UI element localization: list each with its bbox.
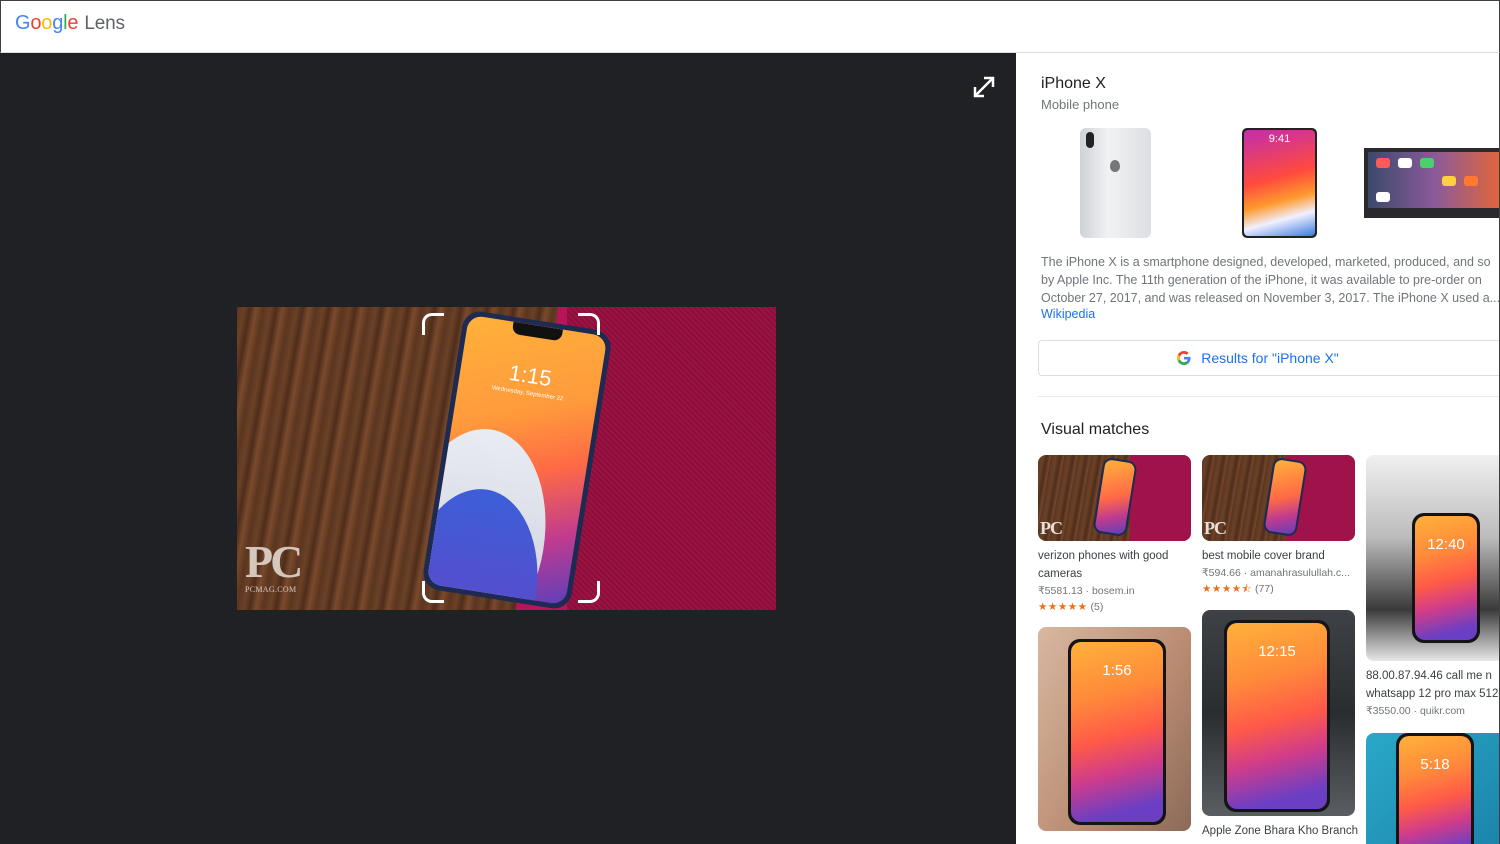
phone-notch [511, 321, 563, 342]
review-count: (5) [1090, 601, 1104, 613]
phone-image: 12:40 [1412, 513, 1480, 643]
visual-match-card[interactable]: 12:40 88.00.87.94.46 call me n whatsapp … [1366, 455, 1500, 720]
app-icon [1464, 176, 1478, 186]
visual-match-thumbnail: 12:40 [1366, 455, 1499, 661]
title-line: Apple Zone Bhara Kho Branch [1202, 825, 1358, 837]
description-line: October 27, 2017, and was released on No… [1041, 291, 1500, 305]
entity-image-side[interactable] [1364, 148, 1499, 218]
logo-letter: g [52, 12, 64, 34]
description-line: by Apple Inc. The 11th generation of the… [1041, 273, 1482, 287]
image-viewer: PC PCMAG.COM 1:15 Wednesday, September 2… [0, 53, 1016, 844]
phone-clock: 12:40 [1427, 536, 1465, 553]
phone-screen: 9:41 [1244, 130, 1315, 236]
camera-module [1086, 132, 1094, 148]
title-line: cameras [1038, 568, 1083, 580]
visual-match-title: verizon phones with good cameras [1038, 547, 1191, 583]
app-icon [1420, 158, 1434, 168]
visual-match-price-source: ₹5581.13 · bosem.in [1038, 585, 1135, 597]
visual-match-thumbnail: PC [1202, 455, 1355, 541]
title-line: verizon phones with good [1038, 550, 1169, 562]
visual-match-price-source: ₹3550.00 · quikr.com [1366, 705, 1465, 717]
phone-clock: 12:15 [1258, 643, 1296, 660]
pcmag-watermark: PC PCMAG.COM [245, 536, 303, 603]
apple-logo-icon [1110, 160, 1120, 172]
phone-clock: 5:18 [1420, 756, 1450, 773]
google-g-icon [1177, 351, 1191, 365]
entity-description: The iPhone X is a smartphone designed, d… [1041, 253, 1500, 307]
visual-match-thumbnail: 5:18 [1366, 733, 1499, 844]
visual-match-title: best mobile cover brand [1202, 547, 1355, 565]
app-icon [1376, 158, 1390, 168]
header: Google Lens [0, 0, 1500, 53]
watermark-logo: PC [245, 536, 303, 587]
title-line: best mobile cover brand [1202, 550, 1325, 562]
search-results-button[interactable]: Results for "iPhone X" [1038, 340, 1499, 376]
expand-icon[interactable] [971, 74, 997, 100]
phone-image: 1:56 [1068, 639, 1166, 825]
results-button-label: Results for "iPhone X" [1201, 350, 1339, 366]
app-icon [1398, 158, 1412, 168]
crop-handle-top-left[interactable] [422, 313, 444, 335]
visual-match-thumbnail: 1:56 [1038, 627, 1191, 831]
visual-matches-heading: Visual matches [1041, 421, 1150, 438]
entity-subtitle: Mobile phone [1041, 97, 1120, 112]
review-count: (77) [1255, 583, 1274, 595]
app-icon [1442, 176, 1456, 186]
lens-wordmark: Lens [84, 13, 125, 34]
pcmag-watermark: PC [1204, 518, 1227, 538]
google-lens-app: Google Lens PC PCMAG.COM 1:15 Wednesday,… [0, 0, 1500, 844]
app-icon [1376, 192, 1390, 202]
phone-image: 12:15 [1224, 620, 1330, 812]
watermark-text: PCMAG.COM [245, 585, 297, 594]
phone-clock: 9:41 [1268, 133, 1291, 145]
visual-match-title: 88.00.87.94.46 call me n whatsapp 12 pro… [1366, 667, 1500, 703]
wikipedia-link[interactable]: Wikipedia [1041, 307, 1095, 321]
google-wordmark: Google [15, 12, 79, 35]
visual-match-card[interactable]: PC verizon phones with good cameras ₹558… [1038, 455, 1191, 615]
crop-handle-top-right[interactable] [578, 313, 600, 335]
visual-match-thumbnail: PC [1038, 455, 1191, 541]
phone-screen [1368, 152, 1499, 208]
crop-handle-bottom-left[interactable] [422, 581, 444, 603]
google-lens-logo[interactable]: Google Lens [15, 12, 125, 35]
uploaded-photo: PC PCMAG.COM 1:15 Wednesday, September 2… [237, 307, 776, 610]
crop-handle-bottom-right[interactable] [578, 581, 600, 603]
star-rating-icon: ★★★★★ [1038, 601, 1088, 613]
logo-letter: e [67, 12, 79, 34]
phone-image: 5:18 [1396, 733, 1474, 844]
visual-match-rating: ★★★★★ (5) [1038, 600, 1191, 615]
title-line: whatsapp 12 pro max 512g [1366, 688, 1500, 700]
phone-clock: 1:56 [1102, 662, 1132, 679]
visual-match-card[interactable]: 1:56 [1038, 627, 1191, 831]
results-panel: iPhone X Mobile phone 9:41 The iPhone X … [1016, 53, 1500, 844]
section-divider [1038, 396, 1499, 397]
visual-match-rating: ★★★★⯪ (77) [1202, 582, 1355, 597]
visual-match-title: Apple Zone Bhara Kho Branch [1202, 822, 1358, 840]
visual-match-thumbnail: 12:15 [1202, 610, 1355, 816]
pcmag-watermark: PC [1040, 518, 1063, 538]
logo-letter: o [41, 12, 53, 34]
visual-match-card[interactable]: 12:15 Apple Zone Bhara Kho Branch [1202, 610, 1358, 840]
visual-match-price-source: ₹594.66 · amanahrasulullah.c... [1202, 567, 1350, 579]
star-rating-icon: ★★★★⯪ [1202, 583, 1253, 595]
entity-image-back[interactable] [1080, 128, 1151, 238]
pink-cloth [1129, 455, 1191, 541]
entity-title: iPhone X [1041, 75, 1106, 92]
logo-letter: o [30, 12, 42, 34]
title-line: 88.00.87.94.46 call me n [1366, 670, 1492, 682]
visual-match-card[interactable]: 5:18 [1366, 733, 1499, 844]
description-line: The iPhone X is a smartphone designed, d… [1041, 255, 1491, 269]
entity-image-front[interactable]: 9:41 [1242, 128, 1317, 238]
logo-letter: G [15, 12, 31, 34]
visual-match-card[interactable]: PC best mobile cover brand ₹594.66 · ama… [1202, 455, 1355, 597]
